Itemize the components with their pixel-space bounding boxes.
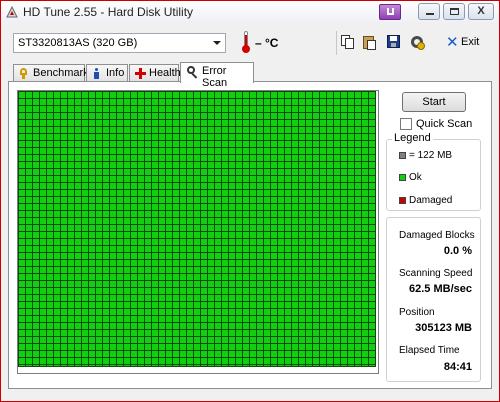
- magnifier-icon: [187, 66, 198, 79]
- damaged-blocks-value: 0.0 %: [443, 245, 472, 257]
- down-flag-icon: [387, 8, 394, 15]
- health-cross-icon: [135, 68, 146, 79]
- minimize-icon: [426, 13, 434, 15]
- legend-group: = 122 MB Ok Damaged: [386, 139, 481, 211]
- ok-swatch: [399, 174, 406, 181]
- scan-block-map: [18, 91, 376, 367]
- benchmark-icon: [19, 68, 28, 79]
- elapsed-time-value: 84:41: [443, 361, 472, 373]
- start-button[interactable]: Start: [402, 92, 466, 112]
- thermometer-icon: [242, 31, 250, 53]
- quick-scan-label[interactable]: Quick Scan: [416, 118, 472, 130]
- elapsed-time-label: Elapsed Time: [399, 345, 460, 356]
- tab-label: Info: [106, 67, 125, 79]
- paste-icon[interactable]: [363, 35, 377, 50]
- app-icon: [6, 5, 18, 18]
- app-window: HD Tune 2.55 - Hard Disk Utility X ST332…: [0, 0, 500, 402]
- title-bar[interactable]: HD Tune 2.55 - Hard Disk Utility X: [1, 1, 499, 23]
- tab-error-scan[interactable]: Error Scan: [180, 62, 254, 89]
- tab-benchmark[interactable]: Benchmark: [13, 64, 89, 82]
- maximize-icon: [450, 8, 459, 15]
- exit-button[interactable]: Exit: [461, 36, 479, 48]
- window-extra-button[interactable]: [379, 4, 401, 20]
- toolbar-separator: [336, 31, 337, 55]
- maximize-button[interactable]: [443, 3, 465, 20]
- tab-label: Error Scan: [202, 65, 228, 89]
- scan-stats-group: Damaged Blocks 0.0 % Scanning Speed 62.5…: [386, 217, 481, 382]
- damaged-blocks-label: Damaged Blocks: [399, 230, 475, 241]
- tab-info[interactable]: Info: [86, 64, 128, 82]
- checkbox-box[interactable]: [400, 118, 412, 130]
- copy-icon[interactable]: [341, 35, 355, 50]
- error-scan-panel: Start Quick Scan = 122 MB Ok Damaged Leg…: [8, 81, 492, 389]
- scanning-speed-value: 62.5 MB/sec: [409, 283, 472, 295]
- exit-icon[interactable]: ✕: [446, 34, 460, 51]
- tab-label: Benchmark: [33, 67, 89, 79]
- legend-title: Legend: [392, 132, 433, 144]
- window-title: HD Tune 2.55 - Hard Disk Utility: [23, 5, 194, 19]
- block-swatch: [399, 152, 406, 159]
- toolbar: ST3320813AS (320 GB) – °C ✕ Exit: [1, 23, 499, 61]
- drive-select-value: ST3320813AS (320 GB): [18, 37, 138, 49]
- tab-health[interactable]: Health: [129, 64, 181, 82]
- info-icon: [92, 68, 101, 79]
- minimize-button[interactable]: [418, 3, 440, 20]
- close-button[interactable]: X: [468, 3, 494, 20]
- save-icon[interactable]: [387, 35, 401, 50]
- options-icon[interactable]: [411, 35, 425, 50]
- chevron-down-icon[interactable]: [213, 41, 221, 45]
- position-value: 305123 MB: [415, 322, 472, 334]
- damaged-swatch: [399, 197, 406, 204]
- position-label: Position: [399, 307, 435, 318]
- scanning-speed-label: Scanning Speed: [399, 268, 473, 279]
- tab-label: Health: [149, 67, 181, 79]
- close-icon: X: [477, 5, 485, 17]
- drive-select[interactable]: ST3320813AS (320 GB): [13, 33, 226, 53]
- temperature-readout: – °C: [255, 36, 279, 50]
